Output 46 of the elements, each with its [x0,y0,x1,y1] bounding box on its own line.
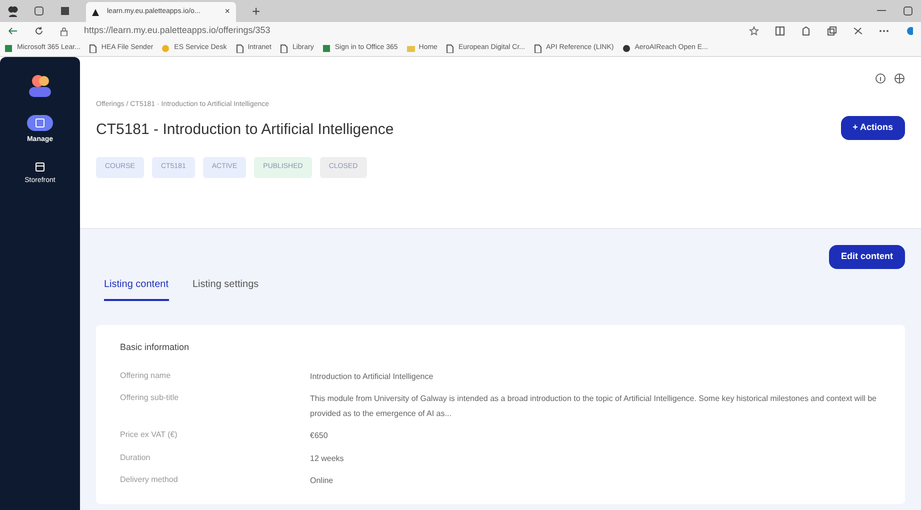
folder-icon [406,44,415,52]
card-title: Basic information [120,340,190,354]
field-value: This module from University of Galway is intended as a broad introduction to the topic of Artificial Intelligence. Some key historical milestones and context will be provided as to the emergence of AI as... [310,393,878,420]
tab[interactable]: Listing settings [192,276,259,300]
field-value: Introduction to Artificial Intelligence [310,371,434,383]
field-label: Delivery method [120,474,179,486]
back-icon[interactable] [8,27,18,35]
app-icon [322,44,331,52]
split-screen-icon[interactable] [775,26,785,36]
storefront-icon[interactable] [35,162,45,172]
globe-icon [622,44,631,52]
star-icon[interactable] [749,26,759,36]
tab-actions-icon[interactable] [34,6,44,16]
page-icon [533,44,542,52]
field-label: Price ex VAT (€) [120,429,178,442]
page-title: CT5181 - Introduction to Artificial Intelligence [96,120,395,140]
lock-icon [60,26,68,36]
new-tab-button[interactable]: + [252,0,260,22]
field-label: Duration [120,452,152,464]
app-logo [28,73,52,99]
app-icon [4,44,13,52]
restore-icon[interactable] [903,6,913,16]
help-icon[interactable] [875,73,886,84]
more-icon[interactable] [879,29,889,33]
minimize-icon[interactable] [877,9,887,13]
manage-icon[interactable] [27,115,53,131]
page-icon [234,44,244,52]
site-icon [92,8,99,16]
field-label: Offering name [120,370,172,382]
tabs-icon[interactable] [60,6,70,16]
page-icon [88,44,98,52]
field-label: Offering sub-title [120,392,180,404]
collections-icon[interactable] [827,26,837,36]
page-icon [445,44,454,52]
actions-button[interactable]: + Actions [840,116,905,140]
field-value: 12 weeks [310,452,344,465]
field-value: Online [310,474,334,487]
field-value: €650 [310,430,328,442]
page-icon [279,44,288,52]
refresh-icon[interactable] [34,26,44,36]
sun-icon [161,44,170,52]
tab[interactable]: Listing content [104,276,168,300]
address-bar[interactable]: https://learn.my.eu.paletteapps.io/offerings/353 [84,24,270,38]
globe-icon[interactable] [894,73,905,84]
profile-icon[interactable] [8,6,18,16]
edit-content-button[interactable]: Edit content [829,245,905,268]
